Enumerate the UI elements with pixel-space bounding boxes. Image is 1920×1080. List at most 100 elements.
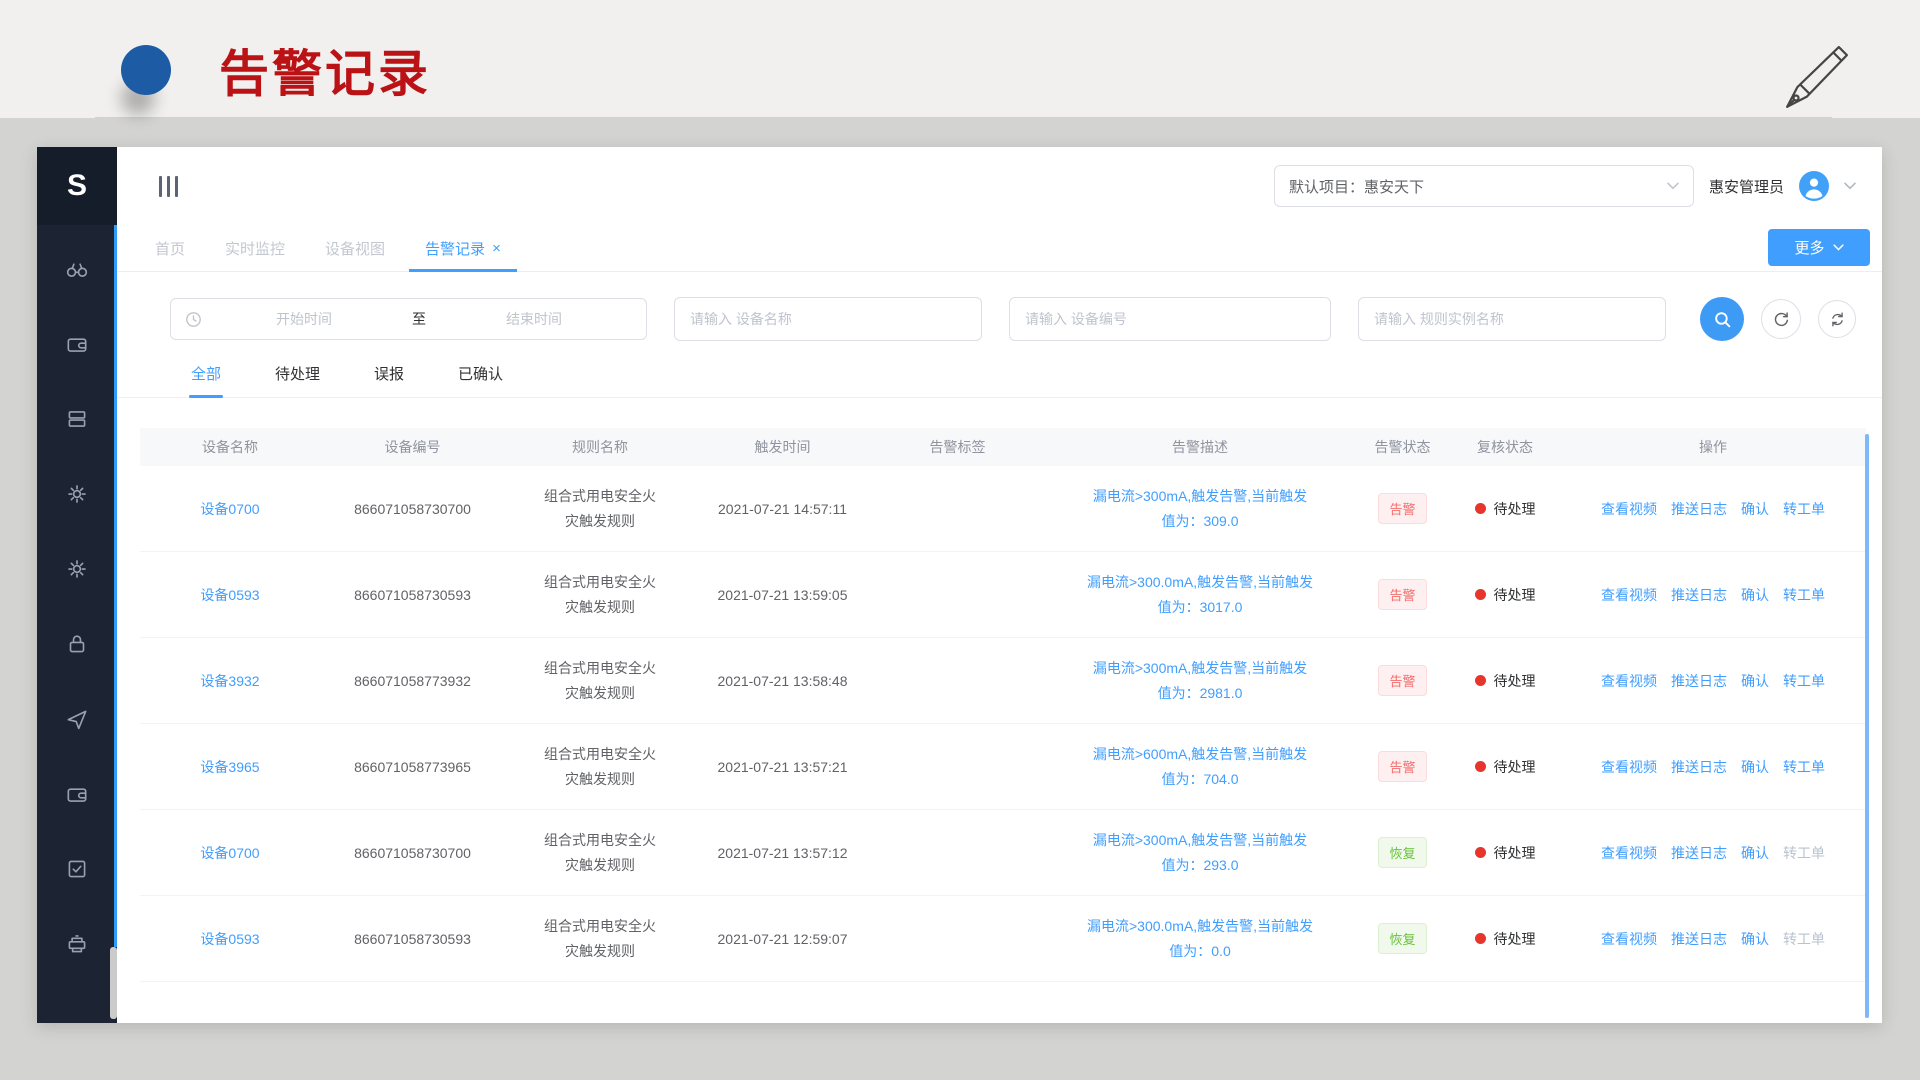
nav-tab-3[interactable]: 告警记录 × (409, 225, 517, 271)
wallet-icon (64, 781, 90, 807)
action-workorder[interactable]: 转工单 (1783, 585, 1825, 605)
action-push-log[interactable]: 推送日志 (1671, 671, 1727, 691)
action-push-log[interactable]: 推送日志 (1671, 843, 1727, 863)
action-push-log[interactable]: 推送日志 (1671, 757, 1727, 777)
review-status: 待处理 (1450, 585, 1560, 605)
date-range-picker[interactable]: 至 (170, 298, 647, 340)
user-name: 惠安管理员 (1709, 176, 1784, 197)
rule-name: 组合式用电安全火灾触发规则 (505, 656, 695, 706)
sidebar-item-7[interactable] (37, 756, 117, 831)
action-confirm[interactable]: 确认 (1741, 929, 1769, 949)
project-select-value: 默认项目：惠安天下 (1289, 176, 1424, 197)
alarm-status-badge: 告警 (1378, 665, 1426, 696)
row-actions: 查看视频推送日志确认转工单 (1560, 585, 1866, 605)
project-select[interactable]: 默认项目：惠安天下 (1274, 165, 1694, 207)
action-confirm[interactable]: 确认 (1741, 499, 1769, 519)
refresh-button[interactable] (1761, 299, 1801, 339)
sidebar-scrollbar-thumb[interactable] (110, 947, 117, 1019)
user-avatar[interactable] (1799, 171, 1829, 201)
column-header: 设备名称 (140, 437, 320, 457)
action-confirm[interactable]: 确认 (1741, 585, 1769, 605)
trigger-time: 2021-07-21 14:57:11 (695, 501, 870, 517)
sidebar-item-2[interactable] (37, 381, 117, 456)
sidebar-item-1[interactable] (37, 306, 117, 381)
action-workorder[interactable]: 转工单 (1783, 929, 1825, 949)
column-header: 触发时间 (695, 437, 870, 457)
action-workorder[interactable]: 转工单 (1783, 843, 1825, 863)
rule-instance-input[interactable] (1358, 297, 1666, 341)
device-name-link[interactable]: 设备0700 (200, 501, 259, 517)
device-name-input[interactable] (674, 297, 982, 341)
collapse-menu-icon[interactable] (159, 176, 178, 197)
nav-tab-2[interactable]: 设备视图 (309, 225, 401, 271)
alarm-table: 设备名称设备编号规则名称触发时间告警标签告警描述告警状态复核状态操作 设备070… (140, 428, 1866, 982)
user-menu-chevron-icon[interactable] (1844, 182, 1856, 190)
page-title: 告警记录 (219, 34, 431, 106)
review-status: 待处理 (1450, 671, 1560, 691)
device-no: 866071058730700 (320, 845, 505, 861)
close-icon[interactable]: × (492, 241, 501, 256)
action-confirm[interactable]: 确认 (1741, 757, 1769, 777)
sidebar-item-3[interactable] (37, 456, 117, 531)
search-button[interactable] (1700, 297, 1744, 341)
action-workorder[interactable]: 转工单 (1783, 499, 1825, 519)
alarm-status-badge: 告警 (1378, 751, 1426, 782)
end-time-input[interactable] (436, 310, 632, 328)
action-push-log[interactable]: 推送日志 (1671, 499, 1727, 519)
table-scrollbar[interactable] (1865, 434, 1869, 1018)
status-tab-3[interactable]: 已确认 (456, 353, 505, 397)
row-actions: 查看视频推送日志确认转工单 (1560, 757, 1866, 777)
action-view-video[interactable]: 查看视频 (1601, 671, 1657, 691)
filter-bar: 至 (117, 272, 1882, 341)
status-tab-1[interactable]: 待处理 (273, 353, 322, 397)
status-tabs: 全部 待处理 误报 已确认 (117, 353, 1882, 398)
table-row: 设备0700 866071058730700 组合式用电安全火灾触发规则 202… (140, 810, 1866, 896)
action-push-log[interactable]: 推送日志 (1671, 585, 1727, 605)
alarm-status-badge: 告警 (1378, 493, 1426, 524)
sidebar-item-0[interactable] (37, 231, 117, 306)
action-view-video[interactable]: 查看视频 (1601, 929, 1657, 949)
action-workorder[interactable]: 转工单 (1783, 671, 1825, 691)
device-no-input[interactable] (1009, 297, 1331, 341)
sidebar-item-8[interactable] (37, 831, 117, 906)
device-name-link[interactable]: 设备3932 (200, 673, 259, 689)
review-status: 待处理 (1450, 843, 1560, 863)
action-confirm[interactable]: 确认 (1741, 843, 1769, 863)
chevron-down-icon (1833, 244, 1844, 251)
rule-name: 组合式用电安全火灾触发规则 (505, 484, 695, 534)
sidebar-item-6[interactable] (37, 681, 117, 756)
sidebar-item-4[interactable] (37, 531, 117, 606)
status-tab-2[interactable]: 误报 (372, 353, 406, 397)
action-push-log[interactable]: 推送日志 (1671, 929, 1727, 949)
nav-tab-0[interactable]: 首页 (139, 225, 201, 271)
alarm-desc: 漏电流>300mA,触发告警,当前触发值为：2981.0 (1045, 656, 1355, 706)
status-tab-0[interactable]: 全部 (189, 353, 223, 397)
start-time-input[interactable] (206, 310, 402, 328)
title-bullet (121, 45, 171, 95)
rule-name: 组合式用电安全火灾触发规则 (505, 914, 695, 964)
sidebar-item-9[interactable] (37, 906, 117, 981)
review-status: 待处理 (1450, 757, 1560, 777)
action-view-video[interactable]: 查看视频 (1601, 585, 1657, 605)
gear-icon (64, 556, 90, 582)
action-workorder[interactable]: 转工单 (1783, 757, 1825, 777)
device-name-link[interactable]: 设备0700 (200, 845, 259, 861)
gear-icon (64, 481, 90, 507)
reset-button[interactable] (1818, 300, 1856, 338)
device-no: 866071058730593 (320, 587, 505, 603)
lock-icon (64, 631, 90, 657)
device-name-link[interactable]: 设备3965 (200, 759, 259, 775)
action-confirm[interactable]: 确认 (1741, 671, 1769, 691)
device-name-link[interactable]: 设备0593 (200, 931, 259, 947)
topbar: 默认项目：惠安天下 惠安管理员 (117, 147, 1882, 225)
action-view-video[interactable]: 查看视频 (1601, 843, 1657, 863)
nav-tab-1[interactable]: 实时监控 (209, 225, 301, 271)
column-header: 告警描述 (1045, 437, 1355, 457)
action-view-video[interactable]: 查看视频 (1601, 499, 1657, 519)
more-button[interactable]: 更多 (1768, 229, 1870, 266)
sidebar-item-5[interactable] (37, 606, 117, 681)
device-no: 866071058773932 (320, 673, 505, 689)
device-name-link[interactable]: 设备0593 (200, 587, 259, 603)
action-view-video[interactable]: 查看视频 (1601, 757, 1657, 777)
alarm-desc: 漏电流>300.0mA,触发告警,当前触发值为：0.0 (1045, 914, 1355, 964)
